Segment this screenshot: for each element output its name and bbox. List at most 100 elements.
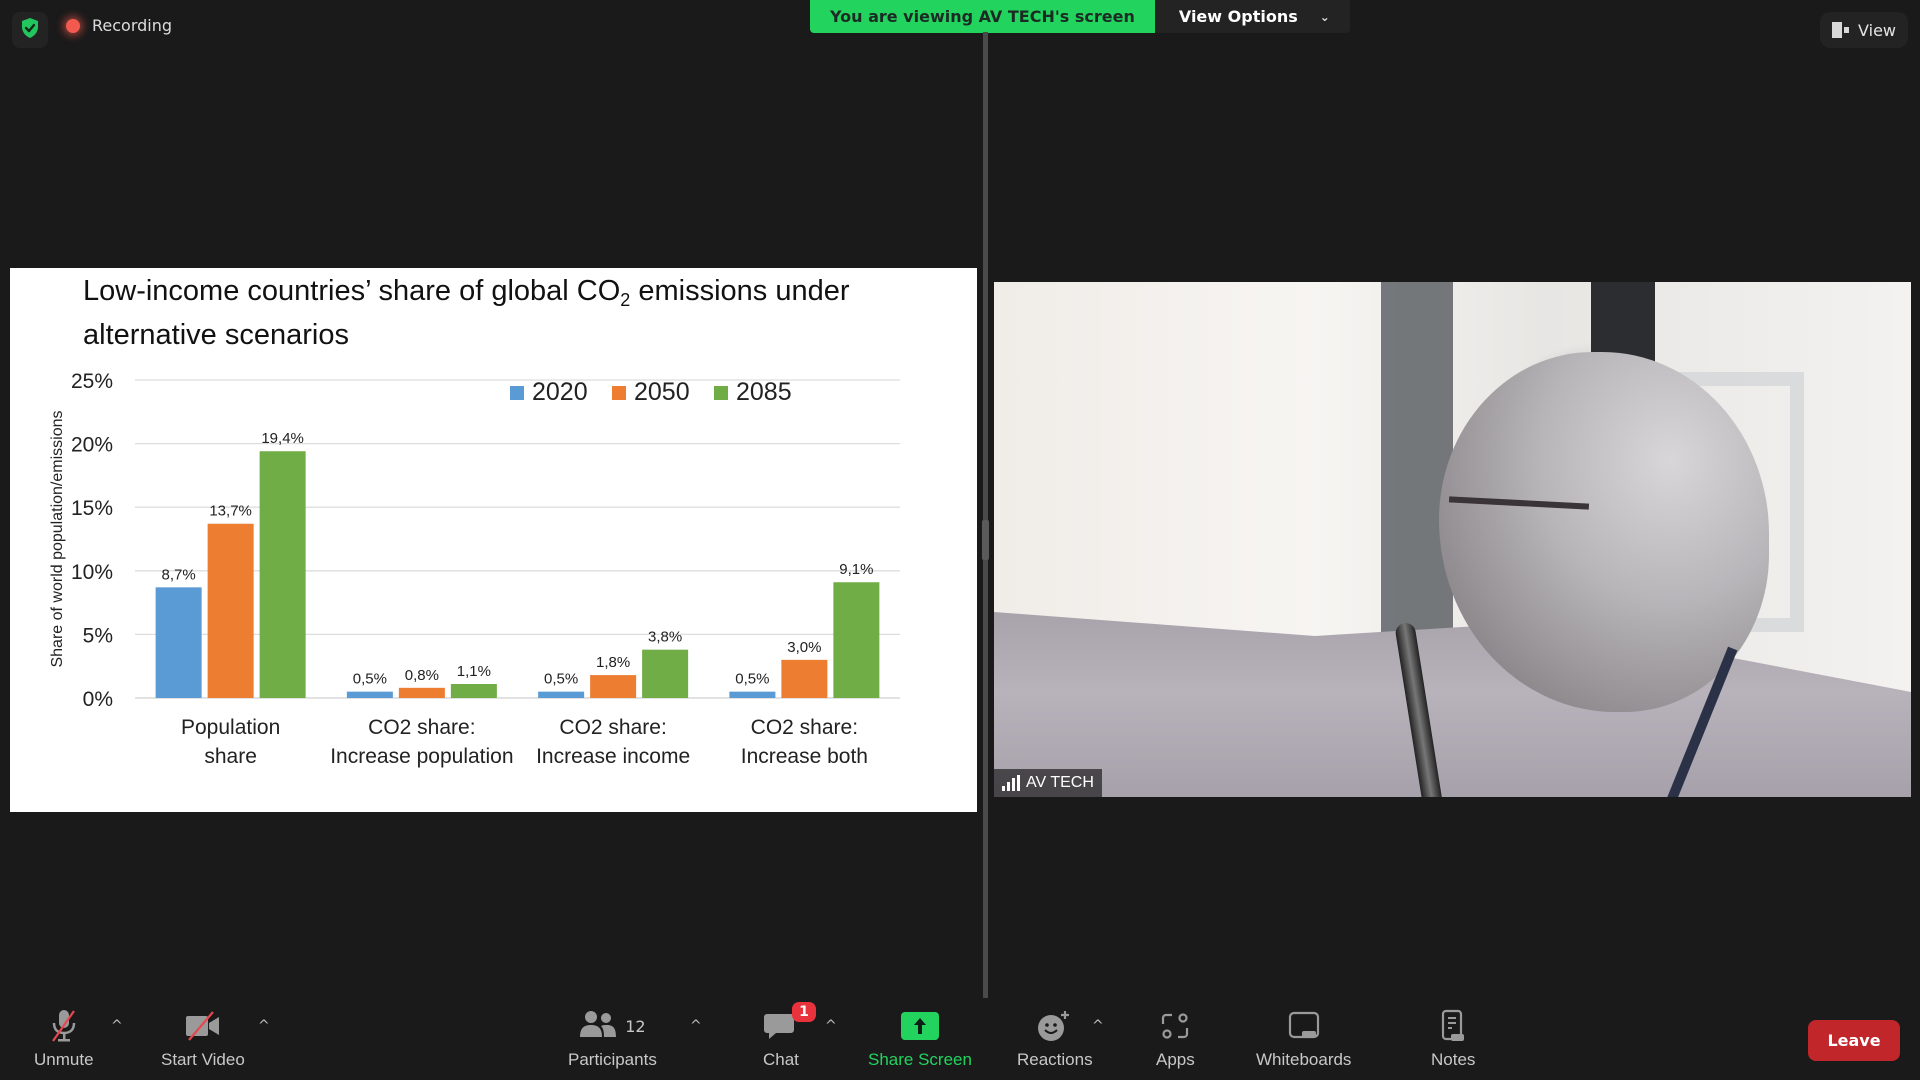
participants-label: Participants xyxy=(568,1050,657,1069)
notes-button[interactable]: Notes xyxy=(1431,1006,1475,1070)
x-tick-label: Increase income xyxy=(536,745,690,768)
split-divider[interactable] xyxy=(983,32,988,998)
leave-button[interactable]: Leave xyxy=(1808,1020,1900,1061)
reactions-label: Reactions xyxy=(1017,1050,1093,1069)
viewing-screen-label: You are viewing AV TECH's screen xyxy=(810,0,1155,33)
bar-2085 xyxy=(642,649,689,698)
x-tick-label: CO2 share: xyxy=(368,716,475,739)
video-background-pillar xyxy=(1381,282,1453,642)
participant-name: AV TECH xyxy=(1026,774,1094,791)
data-label: 0,8% xyxy=(405,667,439,684)
data-label: 0,5% xyxy=(735,671,769,688)
participant-name-tag: AV TECH xyxy=(994,769,1102,797)
x-tick-label: Increase both xyxy=(741,745,868,768)
apps-label: Apps xyxy=(1156,1050,1195,1069)
shield-check-icon xyxy=(20,17,40,43)
bar-2050 xyxy=(207,523,254,698)
recording-label: Recording xyxy=(92,16,173,35)
x-tick-label: CO2 share: xyxy=(559,716,666,739)
participants-button[interactable]: 12 Participants xyxy=(568,1006,657,1070)
chat-label: Chat xyxy=(763,1050,799,1069)
share-screen-label: Share Screen xyxy=(868,1050,972,1069)
whiteboards-button[interactable]: Whiteboards xyxy=(1256,1006,1351,1070)
legend-swatch-2085 xyxy=(714,386,728,400)
view-label: View xyxy=(1858,20,1896,40)
reactions-options-caret[interactable]: ^ xyxy=(1092,1018,1104,1034)
data-label: 9,1% xyxy=(839,561,873,578)
reactions-icon xyxy=(1037,1006,1073,1046)
view-layout-icon xyxy=(1832,22,1850,38)
legend-label: 2050 xyxy=(634,378,690,406)
bar-2020 xyxy=(538,691,585,698)
chat-options-caret[interactable]: ^ xyxy=(825,1018,837,1034)
notes-label: Notes xyxy=(1431,1050,1476,1069)
apps-button[interactable]: Apps xyxy=(1156,1006,1195,1070)
meeting-toolbar: Unmute ^ Start Video ^ 12 Participants ^… xyxy=(0,998,1920,1080)
data-label: 0,5% xyxy=(544,671,578,688)
x-tick-label: Population xyxy=(181,716,280,739)
legend-swatch-2050 xyxy=(612,386,626,400)
chevron-down-icon: ⌄ xyxy=(1319,9,1330,24)
x-tick-label: CO2 share: xyxy=(751,716,858,739)
bar-2085 xyxy=(833,582,880,698)
signal-strength-icon xyxy=(1002,775,1020,791)
chat-button[interactable]: 1 Chat xyxy=(763,1002,816,1070)
chat-unread-badge: 1 xyxy=(791,1002,816,1022)
y-axis-label: Share of world population/emissions xyxy=(49,410,66,667)
view-options-button[interactable]: View Options ⌄ xyxy=(1154,0,1350,33)
share-screen-icon xyxy=(900,1006,939,1046)
security-button[interactable] xyxy=(12,12,48,48)
recording-indicator[interactable]: Recording xyxy=(66,16,172,35)
x-tick-label: share xyxy=(204,745,257,768)
bar-2085 xyxy=(259,451,306,698)
bar-2020 xyxy=(346,691,393,698)
legend-swatch-2020 xyxy=(510,386,524,400)
y-tick-label: 0% xyxy=(83,688,113,711)
data-label: 13,7% xyxy=(209,503,252,520)
bar-chart: 0% 5% 10% 15% 20% 25% Share of world populatio… xyxy=(49,370,900,768)
start-video-label: Start Video xyxy=(161,1050,245,1069)
shared-screen-slide: Low-income countries’ share of global CO… xyxy=(10,268,977,812)
data-label: 19,4% xyxy=(261,430,304,447)
x-tick-label: Increase population xyxy=(330,745,513,768)
bar-2050 xyxy=(781,659,828,698)
bar-2050 xyxy=(398,687,445,698)
y-tick-label: 5% xyxy=(83,624,113,647)
bar-2050 xyxy=(590,675,637,698)
unmute-label: Unmute xyxy=(34,1050,94,1069)
microphone-muted-icon xyxy=(47,1006,81,1046)
apps-icon xyxy=(1160,1006,1190,1046)
recording-dot-icon xyxy=(66,18,80,33)
view-button[interactable]: View xyxy=(1820,12,1908,48)
data-label: 1,8% xyxy=(596,654,630,671)
data-label: 3,0% xyxy=(787,639,821,656)
participants-icon xyxy=(579,1009,617,1043)
participants-icon-wrap: 12 xyxy=(579,1006,646,1046)
participants-count: 12 xyxy=(625,1016,646,1036)
bar-2020 xyxy=(155,587,202,698)
whiteboards-label: Whiteboards xyxy=(1256,1050,1352,1069)
view-options-label: View Options xyxy=(1178,7,1298,26)
share-screen-button[interactable]: Share Screen xyxy=(868,1006,972,1070)
y-tick-label: 20% xyxy=(71,434,113,457)
bar-2020 xyxy=(729,691,776,698)
legend-label: 2020 xyxy=(532,378,588,406)
audio-options-caret[interactable]: ^ xyxy=(111,1018,123,1034)
data-label: 1,1% xyxy=(457,663,491,680)
start-video-button[interactable]: Start Video xyxy=(161,1006,245,1070)
reactions-button[interactable]: Reactions xyxy=(1017,1006,1093,1070)
legend-label: 2085 xyxy=(736,378,792,406)
whiteboard-icon xyxy=(1288,1006,1320,1046)
chat-icon: 1 xyxy=(763,1002,816,1046)
video-off-icon xyxy=(183,1006,223,1046)
unmute-button[interactable]: Unmute xyxy=(34,1006,94,1070)
bar-2085 xyxy=(450,684,497,698)
screen-share-banner: You are viewing AV TECH's screen View Op… xyxy=(810,0,1350,33)
notes-icon xyxy=(1439,1006,1467,1046)
data-label: 8,7% xyxy=(162,566,196,583)
split-drag-handle[interactable] xyxy=(982,520,989,560)
participant-video[interactable]: AV TECH xyxy=(994,282,1911,797)
video-options-caret[interactable]: ^ xyxy=(258,1018,270,1034)
y-tick-label: 25% xyxy=(71,370,113,393)
participants-options-caret[interactable]: ^ xyxy=(690,1018,702,1034)
